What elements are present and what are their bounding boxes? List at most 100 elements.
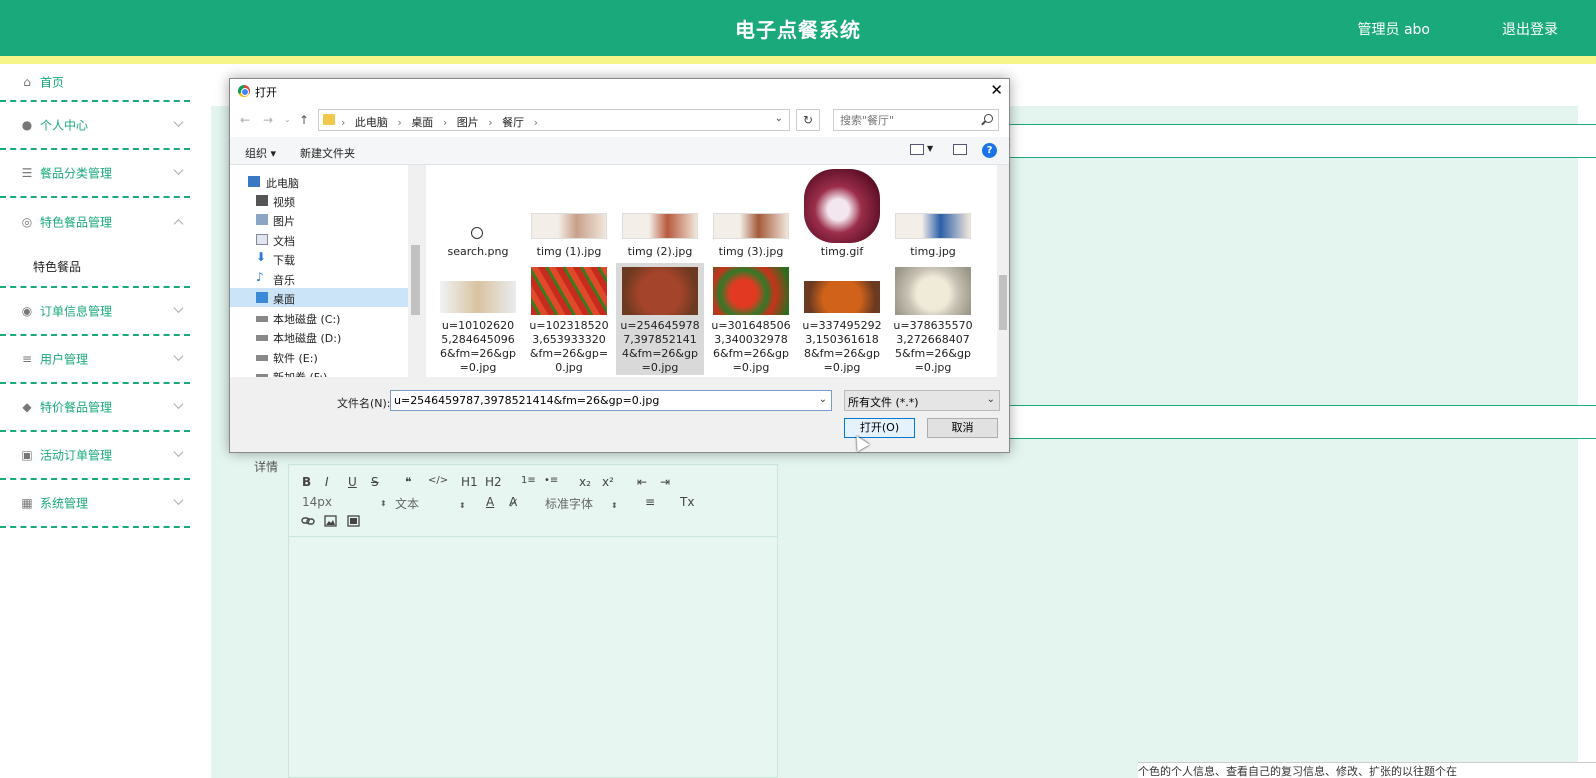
code-button[interactable]: </> — [428, 475, 448, 486]
scrollbar-thumb[interactable] — [411, 245, 420, 315]
sidebar-item-category[interactable]: ☰ 餐品分类管理 — [0, 150, 190, 198]
close-icon[interactable]: ✕ — [990, 81, 1003, 99]
submenu-special-dishes[interactable]: 特色餐品 — [0, 246, 190, 288]
file-item[interactable]: timg (1).jpg — [525, 165, 613, 261]
file-name: timg.jpg — [910, 245, 956, 258]
view-dropdown-icon[interactable]: ▼ — [927, 144, 933, 153]
file-item[interactable]: timg.gif — [798, 165, 886, 261]
cancel-button[interactable]: 取消 — [927, 418, 998, 438]
superscript-button[interactable]: x² — [602, 475, 614, 489]
chevron-down-icon[interactable]: ⌄ — [775, 113, 783, 124]
file-name: u=2546459787,3978521414&fm=26&gp=0.jpg — [620, 319, 700, 374]
sidebar-item-users[interactable]: ≡ 用户管理 — [0, 336, 190, 384]
font-color-button[interactable]: A — [486, 495, 494, 509]
file-item[interactable]: u=3016485063,3400329786&fm=26&gp=0.jpg — [707, 263, 795, 375]
font-family-value: 标准字体 — [545, 497, 594, 511]
h2-button[interactable]: H2 — [485, 475, 502, 489]
pin-icon: ◆ — [22, 400, 32, 414]
address-bar[interactable]: › 此电脑 › 桌面 › 图片 › 餐厅 › ⌄ — [318, 109, 790, 131]
sliders-icon: ☰ — [21, 166, 33, 180]
open-button[interactable]: 打开(O) — [844, 418, 915, 438]
refresh-icon[interactable]: ↻ — [796, 109, 820, 131]
preview-pane-icon[interactable] — [953, 144, 967, 155]
image-icon[interactable] — [324, 515, 337, 530]
tree-item-downloads[interactable]: ⬇ 下载 — [230, 249, 408, 268]
help-icon[interactable]: ? — [982, 143, 997, 158]
tree-scrollbar[interactable] — [408, 165, 423, 377]
new-folder-button[interactable]: 新建文件夹 — [300, 145, 355, 161]
tree-item-this-pc[interactable]: 此电脑 — [230, 172, 408, 191]
breadcrumb-item[interactable]: 餐厅 — [502, 116, 524, 129]
sidebar-item-home[interactable]: ⌂ 首页 — [0, 64, 190, 102]
sidebar-item-special[interactable]: ◎ 特色餐品管理 — [0, 198, 190, 246]
file-item[interactable]: u=2546459787,3978521414&fm=26&gp=0.jpg — [616, 263, 704, 375]
view-options-icon[interactable] — [910, 144, 924, 155]
clear-format-button[interactable]: Tx — [680, 495, 694, 509]
video-icon[interactable] — [347, 515, 360, 530]
font-size-select[interactable]: 14px ⬍ — [302, 495, 387, 509]
tree-item-desktop[interactable]: 桌面 — [230, 288, 408, 307]
name-input[interactable]: 称 — [988, 124, 1596, 158]
forward-icon[interactable]: → — [263, 113, 273, 127]
file-item[interactable]: timg.jpg — [889, 165, 977, 261]
tree-item-pictures[interactable]: 图片 — [230, 210, 408, 229]
chevron-down-icon[interactable]: ⌄ — [987, 394, 995, 405]
link-icon[interactable] — [301, 515, 315, 530]
file-item[interactable]: u=1023185203,653933320&fm=26&gp=0.jpg — [525, 263, 613, 375]
file-type-value: 所有文件 (*.*) — [848, 396, 919, 409]
bullet-list-button[interactable]: •≡ — [544, 475, 558, 486]
text-type-select[interactable]: 文本 ⬍ — [395, 495, 466, 512]
recent-dropdown-icon[interactable]: ⌄ — [284, 115, 291, 124]
breadcrumb-item[interactable]: 此电脑 — [355, 116, 388, 129]
file-list: search.png timg (1).jpg timg (2).jpg timg (… — [426, 165, 997, 377]
text-input[interactable] — [988, 405, 1596, 439]
tree-item-video[interactable]: 视频 — [230, 191, 408, 210]
sidebar-item-orders[interactable]: ◉ 订单信息管理 — [0, 288, 190, 336]
breadcrumb-item[interactable]: 图片 — [457, 116, 479, 129]
download-icon: ⬇ — [256, 250, 267, 264]
tree-item-drive-f[interactable]: 新加卷 (F:) — [230, 366, 408, 377]
file-item[interactable]: u=3374952923,1503616188&fm=26&gp=0.jpg — [798, 263, 886, 375]
file-list-scrollbar[interactable] — [997, 165, 1009, 377]
tree-item-music[interactable]: ♪ 音乐 — [230, 269, 408, 288]
search-input[interactable] — [834, 110, 974, 130]
file-item[interactable]: timg (3).jpg — [707, 165, 795, 261]
file-type-select[interactable]: 所有文件 (*.*) ⌄ — [844, 390, 1000, 411]
outdent-button[interactable]: ⇤ — [637, 475, 647, 489]
document-icon — [256, 234, 268, 245]
sidebar-item-system[interactable]: ▦ 系统管理 — [0, 480, 190, 528]
strike-button[interactable]: S — [371, 475, 379, 489]
file-item[interactable]: u=3786355703,2726684075&fm=26&gp=0.jpg — [889, 263, 977, 375]
back-icon[interactable]: ← — [240, 113, 250, 127]
chevron-down-icon[interactable]: ⌄ — [819, 394, 827, 405]
organize-button[interactable]: 组织 ▾ — [245, 145, 276, 161]
sidebar-item-discount[interactable]: ◆ 特价餐品管理 — [0, 384, 190, 432]
tree-item-drive-e[interactable]: 软件 (E:) — [230, 347, 408, 366]
file-item[interactable]: u=101026205,2846450966&fm=26&gp=0.jpg — [434, 263, 522, 375]
tree-item-label: 下载 — [273, 254, 295, 267]
breadcrumb-item[interactable]: 桌面 — [411, 116, 433, 129]
subscript-button[interactable]: x₂ — [579, 475, 591, 489]
ordered-list-button[interactable]: 1≡ — [521, 475, 536, 486]
indent-button[interactable]: ⇥ — [660, 475, 670, 489]
logout-link[interactable]: 退出登录 — [1502, 19, 1558, 39]
up-folder-icon[interactable]: ↑ — [299, 113, 309, 127]
dialog-search[interactable] — [833, 109, 999, 131]
h1-button[interactable]: H1 — [461, 475, 478, 489]
underline-button[interactable]: U — [348, 475, 357, 489]
italic-button[interactable]: I — [325, 475, 329, 489]
bold-button[interactable]: B — [302, 475, 311, 489]
tree-item-drive-c[interactable]: 本地磁盘 (C:) — [230, 308, 408, 327]
file-item[interactable]: timg (2).jpg — [616, 165, 704, 261]
background-color-button[interactable]: A̷ — [509, 495, 517, 509]
font-family-select[interactable]: 标准字体 ⬍ — [545, 495, 618, 512]
filename-input[interactable]: u=2546459787,3978521414&fm=26&gp=0.jpg ⌄ — [390, 390, 832, 411]
quote-button[interactable]: ❝ — [405, 475, 411, 489]
scrollbar-thumb[interactable] — [999, 275, 1007, 330]
tree-item-drive-d[interactable]: 本地磁盘 (D:) — [230, 327, 408, 346]
tree-item-documents[interactable]: 文档 — [230, 230, 408, 249]
align-button[interactable]: ≡ — [645, 495, 655, 509]
file-item[interactable]: search.png — [434, 165, 522, 261]
sidebar-item-profile[interactable]: ● 个人中心 — [0, 102, 190, 150]
sidebar-item-activity-orders[interactable]: ▣ 活动订单管理 — [0, 432, 190, 480]
